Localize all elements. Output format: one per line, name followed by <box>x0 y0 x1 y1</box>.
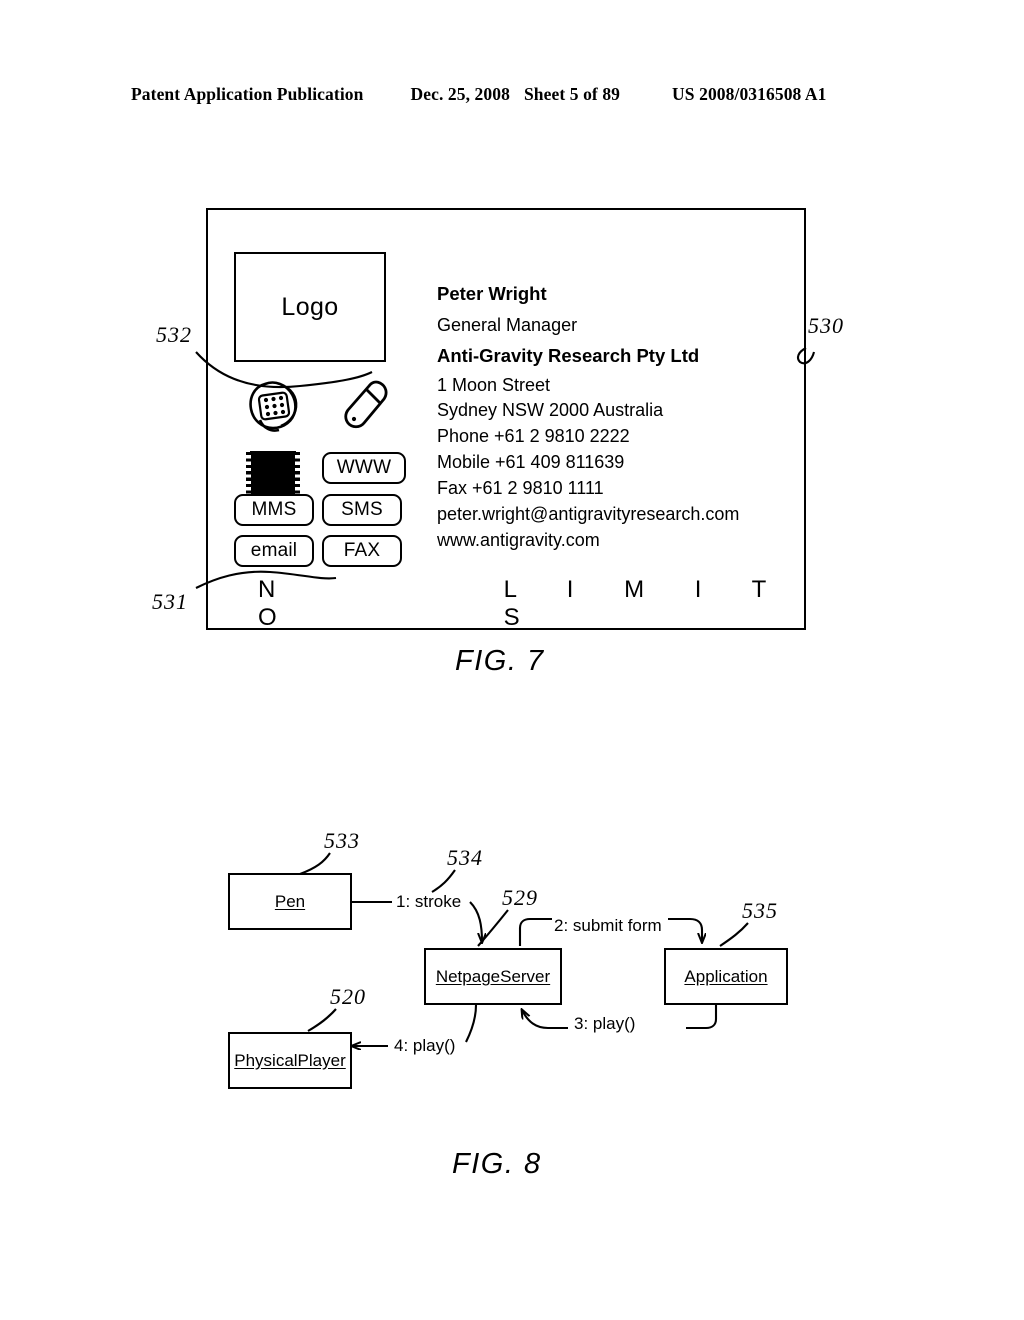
desk-phone-icon[interactable] <box>244 376 314 443</box>
uml-node-pen-label: Pen <box>274 891 306 911</box>
sms-button[interactable]: SMS <box>322 494 402 526</box>
reference-numeral-520: 520 <box>330 984 366 1009</box>
uml-node-netpageserver-label: NetpageServer <box>435 966 551 986</box>
contact-website: www.antigravity.com <box>437 530 600 550</box>
leader-line-535 <box>719 922 749 947</box>
reference-numeral-532: 532 <box>156 322 192 347</box>
uml-message-2-submit-form: 2: submit form <box>552 916 664 936</box>
reference-numeral-530: 530 <box>808 313 844 338</box>
figure-8-caption: FIG. 8 <box>452 1148 542 1180</box>
tagline-part-limits: L I M I T S <box>503 576 788 631</box>
tagline-part-no: N O <box>258 576 299 631</box>
contact-address-line-2: Sydney NSW 2000 Australia <box>437 400 664 420</box>
link-netpageserver-to-message2 <box>518 917 552 946</box>
leader-line-533 <box>299 852 331 875</box>
reference-numeral-535: 535 <box>742 898 778 923</box>
email-button[interactable]: email <box>234 535 314 567</box>
reference-numeral-531: 531 <box>152 589 188 614</box>
leader-line-534 <box>431 869 456 893</box>
logo-placeholder-box: Logo <box>234 252 386 362</box>
sheet-number: Sheet 5 of 89 <box>523 84 621 104</box>
figure-7-business-card: Logo Peter Wright General Manager Anti-G… <box>206 208 809 631</box>
uml-node-netpageserver[interactable]: NetpageServer <box>424 948 562 1005</box>
uml-node-application-label: Application <box>684 966 768 986</box>
contact-mobile: Mobile +61 409 811639 <box>437 452 625 472</box>
link-application-to-message3 <box>686 1005 718 1030</box>
patent-header: Patent Application Publication Dec. 25, … <box>131 84 893 105</box>
publication-date: Dec. 25, 2008 <box>410 84 510 104</box>
contact-email: peter.wright@antigravityresearch.com <box>437 504 740 524</box>
mobile-phone-icon[interactable] <box>336 376 406 443</box>
uml-message-1-stroke: 1: stroke <box>394 892 464 912</box>
www-button[interactable]: WWW <box>322 452 406 484</box>
figure-7-caption: FIG. 7 <box>455 645 545 677</box>
arrow-message1-stroke <box>469 901 482 942</box>
logo-label: Logo <box>281 292 339 321</box>
uml-node-application[interactable]: Application <box>664 948 788 1005</box>
contact-company: Anti-Gravity Research Pty Ltd <box>437 344 700 366</box>
fax-button[interactable]: FAX <box>322 535 402 567</box>
uml-node-pen[interactable]: Pen <box>228 873 352 930</box>
contact-address-line-1: 1 Moon Street <box>437 375 551 395</box>
arrow-message2-submit-form <box>668 917 702 942</box>
arrow-message3-play <box>522 1010 568 1030</box>
mms-button[interactable]: MMS <box>234 494 314 526</box>
reference-numeral-529: 529 <box>502 885 538 910</box>
uml-node-physicalplayer[interactable]: PhysicalPlayer <box>228 1032 352 1089</box>
uml-message-4-play: 4: play() <box>392 1036 458 1056</box>
contact-name: Peter Wright <box>437 283 547 304</box>
card-tagline: N O L I M I T S <box>206 576 806 631</box>
link-netpageserver-to-message4 <box>465 1004 478 1043</box>
uml-message-3-play: 3: play() <box>572 1014 638 1034</box>
contact-title: General Manager <box>437 314 578 335</box>
reference-numeral-533: 533 <box>324 828 360 853</box>
reference-numeral-534: 534 <box>447 845 483 870</box>
contact-details-block: Peter Wright General Manager Anti-Gravit… <box>437 283 809 557</box>
interaction-icon-area: WWW MMS SMS email FAX <box>226 376 406 567</box>
patent-number: US 2008/0316508 A1 <box>672 84 827 104</box>
leader-line-520 <box>307 1008 337 1032</box>
uml-node-physicalplayer-label: PhysicalPlayer <box>234 1050 346 1070</box>
contact-phone: Phone +61 2 9810 2222 <box>437 426 630 446</box>
publication-label: Patent Application Publication <box>131 84 364 104</box>
leader-line-529 <box>477 909 509 947</box>
contact-fax: Fax +61 2 9810 1111 <box>437 478 604 498</box>
